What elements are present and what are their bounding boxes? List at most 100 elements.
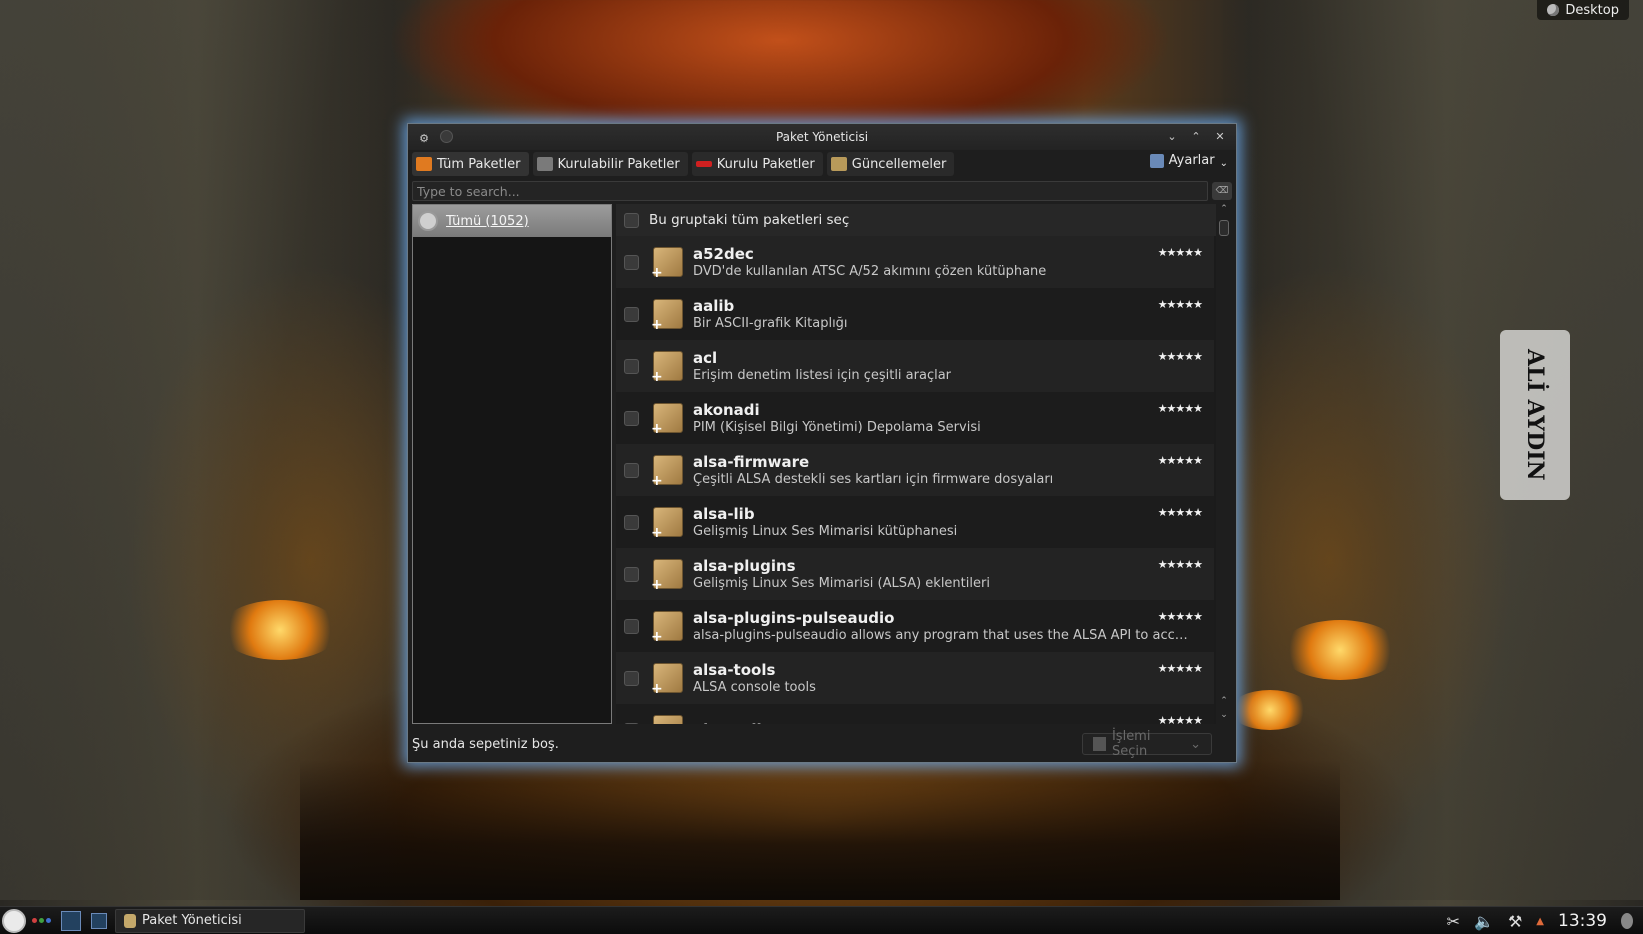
package-checkbox[interactable]	[624, 254, 639, 270]
group-list: Tümü (1052)	[412, 204, 612, 724]
package-list-scrollbar[interactable]: ⌃ ⌃ ⌄	[1216, 204, 1232, 724]
select-action-button[interactable]: İşlemi Seçin ⌄	[1082, 729, 1212, 759]
tab-installed-packages[interactable]: Kurulu Paketler	[691, 152, 823, 176]
package-description: ALSA console tools	[693, 680, 816, 695]
clear-search-icon[interactable]: ⌫	[1212, 182, 1232, 200]
package-description: DVD'de kullanılan ATSC A/52 akımını çöze…	[693, 264, 1047, 279]
scrollbar-thumb[interactable]	[1219, 220, 1229, 236]
select-all-checkbox[interactable]	[624, 212, 639, 228]
updates-icon	[830, 157, 847, 171]
window-title: Paket Yöneticisi	[775, 130, 869, 144]
package-checkbox[interactable]	[624, 306, 639, 322]
status-bar: Şu anda sepetiniz boş. İşlemi Seçin ⌄	[408, 726, 1236, 762]
minimize-icon[interactable]: ⌄	[1164, 128, 1180, 144]
package-checkbox[interactable]	[624, 514, 639, 530]
tab-installable-packages[interactable]: Kurulabilir Paketler	[532, 152, 688, 176]
scroll-down-icon[interactable]: ⌄	[1216, 710, 1232, 724]
tab-bar: Tüm Paketler Kurulabilir Paketler Kurulu…	[408, 150, 1236, 178]
window-titlebar[interactable]: ⚙ Paket Yöneticisi ⌄ ⌃ ✕	[408, 124, 1236, 150]
settings-label: Ayarlar	[1168, 153, 1215, 168]
package-row[interactable]: alsa-tools ALSA console tools ★★★★★	[616, 652, 1214, 704]
signature-watermark: ALİ AYDIN	[1500, 330, 1570, 500]
maximize-icon[interactable]: ⌃	[1188, 128, 1204, 144]
app-launcher-icon[interactable]	[2, 908, 26, 933]
app-menu-icon[interactable]: ⚙	[416, 130, 432, 146]
tab-updates[interactable]: Güncellemeler	[826, 152, 955, 176]
rating-stars: ★★★★★	[1157, 714, 1203, 724]
package-name: alsa-plugins	[693, 557, 796, 575]
package-description: Erişim denetim listesi için çeşitli araç…	[693, 368, 952, 383]
desktop-preview-icon[interactable]	[61, 910, 81, 931]
settings-button[interactable]: Ayarlar ⌄	[1149, 152, 1228, 169]
package-checkbox[interactable]	[624, 358, 639, 374]
rating-stars: ★★★★★	[1157, 298, 1203, 311]
tools-icon[interactable]: ⚒	[1508, 912, 1522, 931]
search-input[interactable]	[412, 181, 1208, 201]
package-checkbox[interactable]	[624, 618, 639, 634]
chevron-down-icon: ⌄	[1190, 736, 1201, 752]
package-row[interactable]: akonadi PIM (Kişisel Bilgi Yönetimi) Dep…	[616, 392, 1214, 444]
package-row[interactable]: alsa-plugins-pulseaudio alsa-plugins-pul…	[616, 600, 1214, 652]
package-description: Gelişmiş Linux Ses Mimarisi (ALSA) eklen…	[693, 576, 990, 591]
package-row[interactable]: alsa-plugins Gelişmiş Linux Ses Mimarisi…	[616, 548, 1214, 600]
package-checkbox[interactable]	[624, 566, 639, 582]
expand-tray-icon[interactable]: ▲	[1536, 916, 1544, 927]
close-icon[interactable]: ✕	[1212, 128, 1228, 144]
package-icon	[651, 299, 683, 333]
package-row[interactable]: a52dec DVD'de kullanılan ATSC A/52 akımı…	[616, 236, 1214, 288]
scroll-up-icon[interactable]: ⌃	[1216, 204, 1232, 218]
group-item-all[interactable]: Tümü (1052)	[413, 205, 611, 237]
network-icon[interactable]: ✂	[1447, 912, 1460, 931]
package-name: alsa-utils	[693, 721, 1214, 725]
package-icon	[651, 559, 683, 593]
package-checkbox[interactable]	[624, 410, 639, 426]
package-list: a52dec DVD'de kullanılan ATSC A/52 akımı…	[616, 236, 1214, 724]
package-description: alsa-plugins-pulseaudio allows any progr…	[693, 628, 1193, 643]
background-light	[220, 600, 340, 660]
package-row[interactable]: alsa-utils ★★★★★	[616, 704, 1214, 724]
package-icon	[651, 455, 683, 489]
scroll-up-icon[interactable]: ⌃	[1216, 696, 1232, 710]
package-row[interactable]: aalib Bir ASCII-grafik Kitaplığı ★★★★★	[616, 288, 1214, 340]
moon-icon	[1547, 4, 1560, 16]
select-all-row[interactable]: Bu gruptaki tüm paketleri seç	[616, 204, 1232, 236]
desktop-widget-label: Desktop	[1565, 2, 1619, 18]
tab-all-packages[interactable]: Tüm Paketler	[412, 152, 529, 176]
package-name: aalib	[693, 297, 735, 315]
package-name: alsa-plugins-pulseaudio	[693, 609, 895, 627]
clock[interactable]: 13:39	[1558, 911, 1607, 931]
installable-icon	[536, 157, 553, 171]
package-manager-icon	[124, 913, 136, 928]
package-description: Çeşitli ALSA destekli ses kartları için …	[693, 472, 1054, 487]
activities-icon[interactable]	[32, 918, 51, 923]
package-name: alsa-lib	[693, 505, 755, 523]
background-crowd	[300, 760, 1340, 900]
package-icon	[651, 351, 683, 385]
panel-toolbox-icon[interactable]	[1621, 913, 1633, 929]
package-checkbox[interactable]	[624, 722, 639, 724]
package-row[interactable]: alsa-firmware Çeşitli ALSA destekli ses …	[616, 444, 1214, 496]
rating-stars: ★★★★★	[1157, 558, 1203, 571]
rating-stars: ★★★★★	[1157, 350, 1203, 363]
package-name: alsa-firmware	[693, 453, 810, 471]
show-desktop-icon[interactable]	[91, 912, 107, 929]
basket-status: Şu anda sepetiniz boş.	[412, 736, 559, 752]
taskbar-task-package-manager[interactable]: Paket Yöneticisi	[115, 908, 305, 933]
package-description: PIM (Kişisel Bilgi Yönetimi) Depolama Se…	[693, 420, 981, 435]
package-row[interactable]: alsa-lib Gelişmiş Linux Ses Mimarisi küt…	[616, 496, 1214, 548]
package-name: acl	[693, 349, 718, 367]
taskbar: Paket Yöneticisi ✂ 🔈 ⚒ ▲ 13:39	[0, 906, 1643, 934]
package-name: akonadi	[693, 401, 760, 419]
volume-icon[interactable]: 🔈	[1474, 912, 1494, 931]
package-row[interactable]: acl Erişim denetim listesi için çeşitli …	[616, 340, 1214, 392]
package-checkbox[interactable]	[624, 462, 639, 478]
group-all-icon	[418, 211, 438, 231]
search-row: ⌫	[408, 180, 1236, 202]
select-all-label: Bu gruptaki tüm paketleri seç	[649, 212, 850, 228]
group-item-label: Tümü (1052)	[446, 213, 529, 229]
pin-icon[interactable]	[440, 130, 453, 143]
desktop-widget[interactable]: Desktop	[1537, 0, 1629, 20]
package-icon	[651, 663, 683, 697]
package-checkbox[interactable]	[624, 670, 639, 686]
action-button-label: İşlemi Seçin	[1111, 729, 1151, 759]
